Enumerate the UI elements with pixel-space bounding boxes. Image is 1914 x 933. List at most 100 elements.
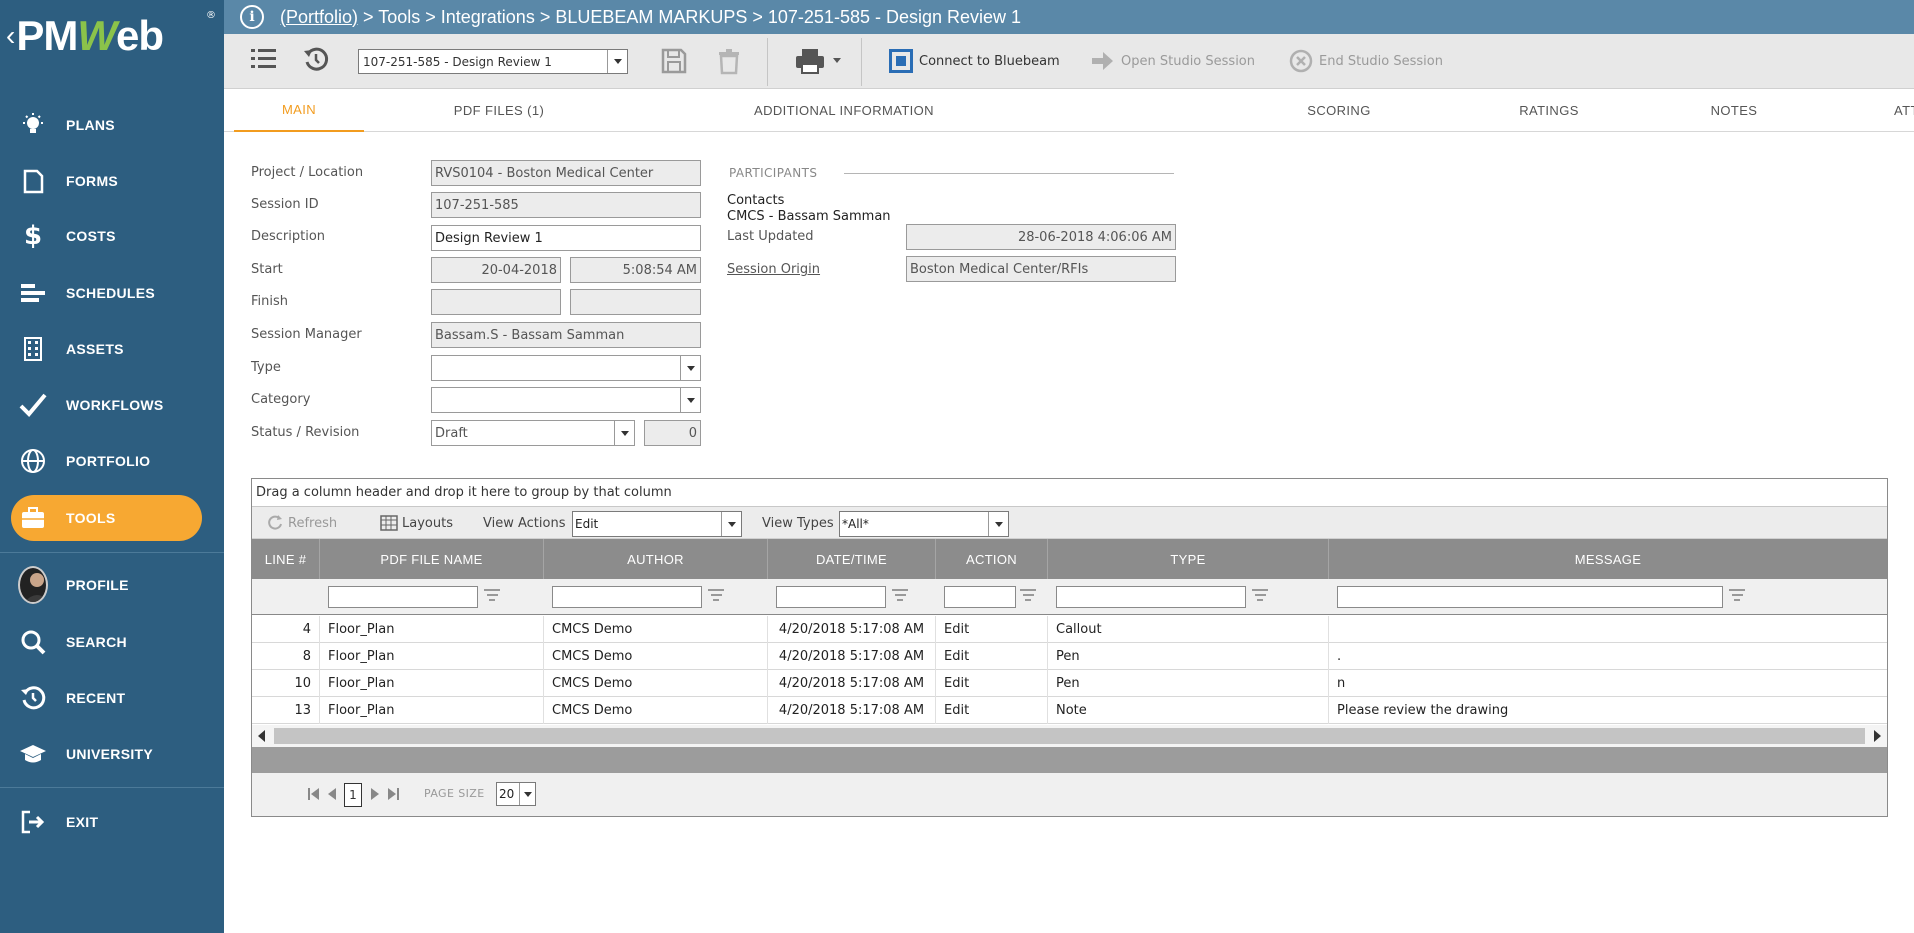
sidebar-item-profile[interactable]: PROFILE xyxy=(0,562,224,608)
column-header-pdf-file-name[interactable]: PDF FILE NAME xyxy=(320,539,544,579)
tab-attachments[interactable]: ATTACHMENTS xyxy=(1864,89,1914,132)
filter-icon[interactable] xyxy=(484,589,500,603)
table-row[interactable]: 8 Floor_Plan CMCS Demo 4/20/2018 5:17:08… xyxy=(252,643,1887,670)
pmweb-logo[interactable]: ‹ PMWeb ® xyxy=(6,6,220,66)
sidebar-item-label: SEARCH xyxy=(66,634,127,650)
filter-input-pdf-file-name[interactable] xyxy=(328,586,478,608)
info-icon[interactable]: i xyxy=(240,5,264,29)
filter-icon[interactable] xyxy=(1252,589,1268,603)
filter-icon[interactable] xyxy=(708,589,724,603)
start-date-field[interactable]: 20-04-2018 xyxy=(431,257,561,283)
table-row[interactable]: 10 Floor_Plan CMCS Demo 4/20/2018 5:17:0… xyxy=(252,670,1887,697)
breadcrumb-portfolio-link[interactable]: (Portfolio) xyxy=(280,7,358,27)
type-select[interactable] xyxy=(431,355,701,381)
filter-icon[interactable] xyxy=(1729,589,1745,603)
end-studio-session-button[interactable]: End Studio Session xyxy=(1289,49,1443,73)
description-field[interactable]: Design Review 1 xyxy=(431,225,701,251)
table-row[interactable]: 13 Floor_Plan CMCS Demo 4/20/2018 5:17:0… xyxy=(252,697,1887,724)
sidebar-item-workflows[interactable]: WORKFLOWS xyxy=(0,382,224,428)
sidebar-item-label: EXIT xyxy=(66,814,99,830)
sidebar-item-exit[interactable]: EXIT xyxy=(0,799,224,845)
column-header-author[interactable]: AUTHOR xyxy=(544,539,768,579)
filter-input-action[interactable] xyxy=(944,586,1016,608)
connect-bluebeam-button[interactable]: Connect to Bluebeam xyxy=(889,49,1060,73)
filter-input-message[interactable] xyxy=(1337,586,1723,608)
delete-icon[interactable] xyxy=(717,47,741,75)
sidebar-item-university[interactable]: UNIVERSITY xyxy=(0,731,224,777)
view-types-select[interactable]: *All* xyxy=(839,511,1009,537)
group-by-hint[interactable]: Drag a column header and drop it here to… xyxy=(252,479,1887,507)
table-row[interactable]: 4 Floor_Plan CMCS Demo 4/20/2018 5:17:08… xyxy=(252,616,1887,643)
tab-notes[interactable]: NOTES xyxy=(1684,89,1784,132)
tab-additional-information[interactable]: ADDITIONAL INFORMATION xyxy=(724,89,964,132)
filter-input-type[interactable] xyxy=(1056,586,1246,608)
record-select[interactable]: 107-251-585 - Design Review 1 xyxy=(358,49,628,74)
sidebar-item-assets[interactable]: ASSETS xyxy=(0,326,224,372)
open-studio-session-button[interactable]: Open Studio Session xyxy=(1091,49,1255,73)
horizontal-scrollbar[interactable] xyxy=(252,725,1887,747)
filter-icon[interactable] xyxy=(892,589,908,603)
tab-scoring[interactable]: SCORING xyxy=(1284,89,1394,132)
column-header-line[interactable]: LINE # xyxy=(252,539,320,579)
next-page-icon[interactable] xyxy=(368,785,382,803)
column-header-action[interactable]: ACTION xyxy=(936,539,1048,579)
cell-date-time: 4/20/2018 5:17:08 AM xyxy=(768,616,936,643)
session-origin-field[interactable]: Boston Medical Center/RFIs xyxy=(906,256,1176,282)
filter-icon[interactable] xyxy=(1020,589,1036,603)
session-id-field[interactable]: 107-251-585 xyxy=(431,192,701,218)
tab-ratings[interactable]: RATINGS xyxy=(1494,89,1604,132)
sidebar-item-label: SCHEDULES xyxy=(66,285,156,301)
page-size-select[interactable]: 20 xyxy=(496,782,536,806)
last-page-icon[interactable] xyxy=(386,785,400,803)
layouts-button[interactable]: Layouts xyxy=(380,507,453,539)
filter-input-author[interactable] xyxy=(552,586,702,608)
finish-time-field[interactable] xyxy=(570,289,701,315)
print-icon[interactable] xyxy=(794,48,826,74)
grid-footer xyxy=(252,747,1887,773)
sidebar-item-recent[interactable]: RECENT xyxy=(0,675,224,721)
tab-main[interactable]: MAIN xyxy=(234,89,364,132)
type-label: Type xyxy=(251,360,281,375)
view-actions-select[interactable]: Edit xyxy=(572,511,742,537)
status-select[interactable]: Draft xyxy=(431,420,635,446)
last-updated-field[interactable]: 28-06-2018 4:06:06 AM xyxy=(906,224,1176,250)
column-header-date-time[interactable]: DATE/TIME xyxy=(768,539,936,579)
cell-pdf-file-name: Floor_Plan xyxy=(320,643,544,670)
sidebar-item-schedules[interactable]: SCHEDULES xyxy=(0,270,224,316)
scrollbar-thumb[interactable] xyxy=(274,728,1865,744)
category-select[interactable] xyxy=(431,387,701,413)
breadcrumb: (Portfolio) > Tools > Integrations > BLU… xyxy=(280,7,1021,28)
current-page[interactable]: 1 xyxy=(344,783,362,807)
sidebar-item-search[interactable]: SEARCH xyxy=(0,619,224,665)
filter-input-date-time[interactable] xyxy=(776,586,886,608)
sidebar-item-tools[interactable]: TOOLS xyxy=(11,495,202,541)
project-field[interactable]: RVS0104 - Boston Medical Center xyxy=(431,160,701,186)
history-icon[interactable] xyxy=(302,46,330,74)
sidebar-item-costs[interactable]: $ COSTS xyxy=(0,213,224,259)
finish-date-field[interactable] xyxy=(431,289,561,315)
list-view-icon[interactable] xyxy=(250,46,278,72)
print-dropdown-icon[interactable] xyxy=(833,58,841,63)
revision-field[interactable]: 0 xyxy=(644,420,701,446)
tab-pdf-files[interactable]: PDF FILES (1) xyxy=(414,89,584,132)
save-icon[interactable] xyxy=(660,47,688,75)
sidebar-item-forms[interactable]: FORMS xyxy=(0,158,224,204)
previous-page-icon[interactable] xyxy=(325,785,339,803)
close-circle-icon xyxy=(1289,49,1313,73)
grid-toolbar: Refresh Layouts View Actions Edit View T… xyxy=(252,507,1887,539)
view-actions-value: Edit xyxy=(575,517,599,531)
filter-row xyxy=(252,579,1887,615)
scroll-right-icon[interactable] xyxy=(1874,730,1881,742)
start-time-field[interactable]: 5:08:54 AM xyxy=(570,257,701,283)
session-manager-field[interactable]: Bassam.S - Bassam Samman xyxy=(431,322,701,348)
sidebar-item-plans[interactable]: PLANS xyxy=(0,102,224,148)
column-header-message[interactable]: MESSAGE xyxy=(1329,539,1887,579)
session-origin-link[interactable]: Session Origin xyxy=(727,262,820,277)
first-page-icon[interactable] xyxy=(307,785,321,803)
cell-line: 4 xyxy=(252,616,320,643)
cell-author: CMCS Demo xyxy=(544,697,768,724)
refresh-button[interactable]: Refresh xyxy=(266,507,337,539)
scroll-left-icon[interactable] xyxy=(258,730,265,742)
column-header-type[interactable]: TYPE xyxy=(1048,539,1329,579)
sidebar-item-portfolio[interactable]: PORTFOLIO xyxy=(0,438,224,484)
